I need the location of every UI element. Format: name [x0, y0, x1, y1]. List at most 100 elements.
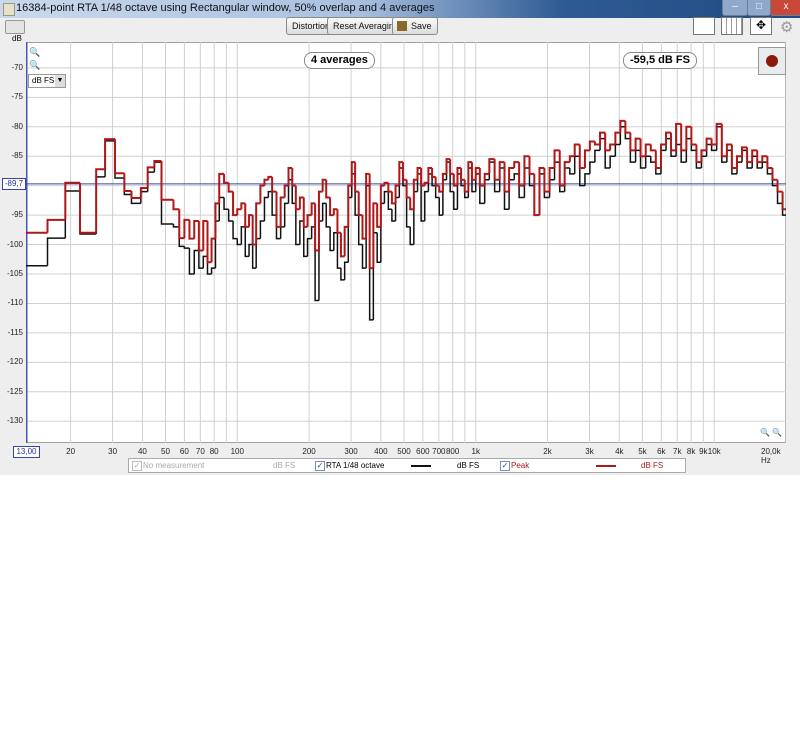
peak-step	[123, 173, 132, 192]
x-tick-label: 300	[344, 447, 358, 456]
peak-step	[460, 168, 465, 181]
close-button[interactable]: x	[770, 0, 800, 16]
rta-step	[259, 220, 265, 239]
camera-icon[interactable]	[5, 20, 25, 34]
x-tick-label: 40	[137, 447, 147, 456]
pan-arrows-icon[interactable]: ✥	[750, 17, 772, 35]
x-tick-label: 6k	[657, 447, 666, 456]
peak-step	[325, 179, 331, 199]
peak-step	[139, 187, 148, 199]
x-tick-label: 100	[230, 447, 244, 456]
chevron-down-icon: ▼	[55, 75, 65, 87]
title-bar: 16384-point RTA 1/48 octave using Rectan…	[0, 0, 800, 18]
peak-step	[291, 168, 296, 187]
rta-step	[46, 237, 66, 266]
x-tick-label: 9k	[699, 447, 708, 456]
rta-step	[104, 140, 115, 177]
peak-step	[357, 191, 363, 217]
maximize-button[interactable]: □	[747, 0, 771, 16]
cursor-x-readout: 13,00	[13, 446, 40, 458]
legend-unit: dB FS	[457, 461, 480, 470]
peak-step	[46, 218, 66, 233]
peak-step	[95, 168, 106, 233]
save-label: Save	[411, 21, 432, 31]
y-tick-label: -130	[6, 416, 23, 426]
x-tick-label: 200	[302, 447, 316, 456]
rta-step	[423, 190, 429, 222]
legend-checkbox-no-measurement: ✓	[132, 461, 142, 471]
peak-step	[64, 181, 81, 220]
zoom-in-icon[interactable]: 🔍	[29, 47, 40, 58]
x-tick-label: 30	[108, 447, 118, 456]
legend-swatch-peak	[596, 465, 616, 467]
rta-step	[279, 226, 285, 239]
y-tick-label: -85	[11, 151, 23, 161]
x-tick-label: 70	[195, 447, 205, 456]
x-tick-label: 80	[209, 447, 219, 456]
rta-step	[644, 155, 651, 169]
units-select-value: dB FS	[32, 76, 55, 85]
peak-step	[336, 209, 341, 234]
zoom-in-x-icon[interactable]: 🔍	[760, 428, 770, 437]
peak-step	[771, 168, 778, 181]
zoom-out-icon[interactable]: 🔍	[29, 60, 40, 71]
rta-step	[343, 261, 349, 280]
legend-unit: dB FS	[641, 461, 664, 470]
x-tick-label: 4k	[615, 447, 624, 456]
x-tick-label: 20,0k Hz	[761, 447, 781, 465]
y-tick-label: -120	[6, 357, 23, 367]
x-tick-label: 500	[397, 447, 411, 456]
vertical-lines-icon[interactable]	[721, 17, 743, 35]
rta-step	[232, 221, 238, 240]
peak-step	[172, 199, 180, 211]
legend-label: RTA 1/48 octave	[326, 461, 385, 470]
rta-step	[609, 155, 616, 169]
x-tick-label: 3k	[585, 447, 594, 456]
peak-step	[781, 191, 786, 211]
legend-swatch-rta	[411, 465, 431, 467]
x-tick-label: 800	[445, 447, 460, 456]
peak-step	[104, 138, 115, 170]
legend-checkbox-peak[interactable]: ✓	[500, 461, 510, 471]
zoom-out-x-icon[interactable]: 🔍	[772, 428, 782, 437]
level-badge: -59,5 dB FS	[623, 52, 697, 69]
record-icon	[766, 55, 778, 67]
graph-limits-icon[interactable]	[693, 17, 715, 35]
x-tick-label: 400	[374, 447, 388, 456]
minimize-button[interactable]: –	[722, 0, 748, 16]
gear-icon[interactable]: ⚙	[780, 18, 793, 36]
units-select[interactable]: dB FS ▼	[28, 74, 66, 88]
y-tick-label: -80	[11, 121, 23, 131]
peak-step	[649, 144, 656, 152]
peak-step	[146, 166, 155, 189]
peak-step	[528, 156, 535, 175]
peak-step	[609, 143, 616, 151]
legend-checkbox-rta[interactable]: ✓	[315, 461, 325, 471]
rta-step	[210, 267, 216, 275]
app-icon	[3, 3, 15, 16]
peak-step	[263, 178, 269, 186]
peak-step	[130, 190, 141, 200]
rta-step	[146, 171, 155, 192]
save-button[interactable]: Save	[392, 17, 438, 35]
y-tick-label: -70	[11, 62, 23, 72]
record-button[interactable]	[758, 47, 786, 75]
peak-step	[79, 182, 97, 234]
x-tick-label: 8k	[686, 447, 696, 456]
cursor-y-readout: -89,7	[2, 178, 26, 190]
rta-step	[589, 161, 595, 174]
x-tick-label: 1k	[471, 447, 480, 456]
rta-step	[153, 161, 162, 173]
x-tick-label: 2k	[543, 447, 552, 456]
peak-step	[354, 162, 359, 193]
window-title: 16384-point RTA 1/48 octave using Rectan…	[16, 2, 435, 14]
peak-step	[690, 126, 697, 146]
rta-step	[123, 178, 132, 196]
peak-step	[236, 208, 242, 216]
y-tick-label: -115	[7, 327, 23, 337]
y-tick-label: -75	[11, 92, 23, 102]
rta-chart	[26, 42, 786, 443]
peak-step	[431, 168, 436, 178]
y-axis-label: dB	[12, 34, 22, 43]
x-tick-label: 60	[179, 447, 189, 456]
